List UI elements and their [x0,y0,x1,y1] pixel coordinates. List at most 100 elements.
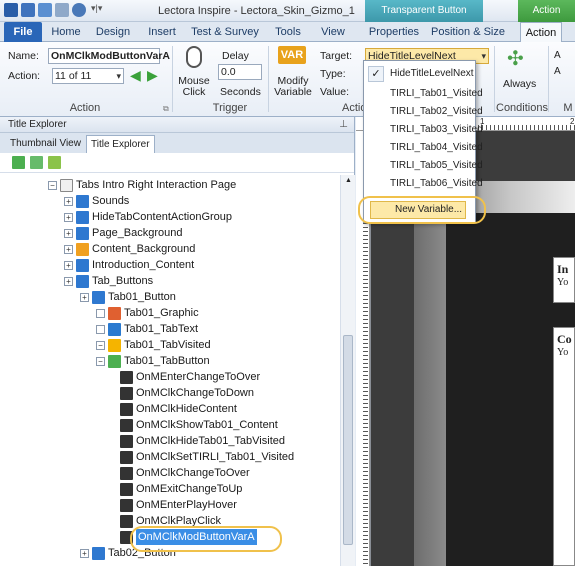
tree-item[interactable]: OnMClkSetTIRLI_Tab01_Visited [120,449,294,465]
trigger-group-label: Trigger [212,102,248,114]
tree-scrollbar[interactable]: ▲ [340,175,355,566]
tree-item[interactable]: + Page_Background [64,225,183,241]
tree-item[interactable]: OnMClkChangeToOver [120,465,250,481]
tree-item[interactable]: OnMClkHideContent [120,401,237,417]
group-icon [76,274,89,288]
action-icon [120,498,133,512]
text-icon [108,322,121,336]
tab-position-size[interactable]: Position & Size [428,22,508,42]
expand-all-icon[interactable] [12,156,25,169]
separator [268,46,269,112]
dropdown-item[interactable]: HideTitleLevelNext [390,65,474,83]
dropdown-item[interactable]: TIRLI_Tab03_Visited [390,121,483,139]
expand-toggle-icon[interactable]: + [64,276,73,286]
group-icon [92,546,105,560]
tab-properties[interactable]: Properties [368,22,420,42]
shape-icon [76,242,89,256]
title-explorer-panel: Title Explorer ⊥ Thumbnail View Title Ex… [0,117,355,566]
ribbon-clipped-item-1[interactable]: A [554,50,561,61]
expand-toggle-icon[interactable]: − [96,356,105,366]
delay-field[interactable]: 0.0 [218,64,262,80]
highlight-selected-action [130,526,282,552]
expand-toggle-icon[interactable]: + [64,228,73,238]
name-field[interactable]: OnMClkModButtonVarA [48,48,170,64]
expand-toggle-icon[interactable]: + [64,196,73,206]
tree-item[interactable]: + Tab_Buttons [64,273,153,289]
action-select[interactable]: 11 of 11 [52,68,124,84]
tab-title-explorer[interactable]: Title Explorer [86,135,155,153]
ribbon-clipped-item-2[interactable]: A [554,66,561,77]
ruler-label-2: 2 [570,117,575,126]
tree-item[interactable]: OnMEnterChangeToOver [120,369,260,385]
tab-insert[interactable]: Insert [142,22,182,42]
tree-item[interactable]: Tab01_TabText [96,321,198,337]
dropdown-item[interactable]: TIRLI_Tab04_Visited [390,139,483,157]
tab-thumbnail-view[interactable]: Thumbnail View [6,135,85,153]
tree-item[interactable]: − Tab01_TabButton [96,353,210,369]
dropdown-item[interactable]: TIRLI_Tab01_Visited [390,85,483,103]
expand-toggle-icon[interactable]: + [64,260,73,270]
app-icon[interactable] [4,3,18,17]
content-heading: Co [557,332,572,346]
tree-item-label: Tab01_TabText [124,323,198,335]
expand-toggle-icon[interactable] [96,324,105,334]
collapse-all-icon[interactable] [30,156,43,169]
tree-item[interactable]: + HideTabContentActionGroup [64,209,232,225]
panel-header: Title Explorer ⊥ [0,117,354,133]
tree-item[interactable]: + Introduction_Content [64,257,194,273]
tree-item[interactable]: OnMClkHideTab01_TabVisited [120,433,285,449]
preview-icon[interactable] [72,3,86,17]
action-icon [120,418,133,432]
tab-file[interactable]: File [4,22,42,42]
scroll-up-icon[interactable]: ▲ [345,177,352,184]
expand-toggle-icon[interactable]: + [80,292,89,302]
expand-toggle-icon[interactable]: + [64,212,73,222]
save-icon[interactable] [21,3,35,17]
window-title: Lectora Inspire - Lectora_Skin_Gizmo_1 [158,5,355,17]
ribbon: Name: OnMClkModButtonVarA Action: 11 of … [0,42,575,117]
expand-toggle-icon[interactable] [96,308,105,318]
previous-action-icon[interactable]: ◀ [130,67,141,84]
undo-icon[interactable] [38,3,52,17]
tree-item[interactable]: OnMClkChangeToDown [120,385,254,401]
tree-item[interactable]: OnMClkShowTab01_Content [120,417,278,433]
tree-item[interactable]: + Content_Background [64,241,195,257]
customize-qat-icon[interactable]: ▾|▾ [91,3,102,17]
group-icon [76,194,89,208]
tab-tools[interactable]: Tools [270,22,306,42]
tree-item-label: Tab_Buttons [92,275,154,287]
tree-item[interactable]: + Sounds [64,193,129,209]
tab-design[interactable]: Design [90,22,136,42]
pin-icon[interactable]: ⊥ [339,117,348,133]
scrollbar-thumb[interactable] [343,335,353,545]
expand-toggle-icon[interactable]: − [96,340,105,350]
tree-item-label: HideTabContentActionGroup [92,211,233,223]
content-text: Yo [557,347,569,358]
redo-icon[interactable] [55,3,69,17]
expand-toggle-icon[interactable]: + [64,244,73,254]
separator [548,46,549,112]
sync-icon[interactable] [48,156,61,169]
modify-variable-dropdown[interactable]: Modify Variable [272,76,314,98]
next-action-icon[interactable]: ▶ [147,67,158,84]
tab-home[interactable]: Home [48,22,84,42]
target-label: Target: [320,50,353,62]
action-dialog-launcher-icon[interactable]: ⧉ [163,104,169,114]
tab-test-survey[interactable]: Test & Survey [190,22,260,42]
dropdown-item[interactable]: TIRLI_Tab05_Visited [390,157,483,175]
tree-item[interactable]: + Tab01_Button [80,289,176,305]
tree-item[interactable]: Tab01_Graphic [96,305,199,321]
tab-view[interactable]: View [316,22,350,42]
dropdown-item[interactable]: TIRLI_Tab06_Visited [390,175,483,193]
mouse-click-dropdown[interactable]: Mouse Click [178,76,210,98]
tree-item[interactable]: − Tabs Intro Right Interaction Page [48,177,236,193]
dropdown-item[interactable]: TIRLI_Tab02_Visited [390,103,483,121]
separator [172,46,173,112]
tree-item[interactable]: OnMEnterPlayHover [120,497,237,513]
tab-action[interactable]: Action [520,22,562,43]
tree-item[interactable]: OnMExitChangeToUp [120,481,242,497]
tree-item[interactable]: − Tab01_TabVisited [96,337,211,353]
expand-toggle-icon[interactable]: − [48,180,57,190]
expand-toggle-icon[interactable]: + [80,548,89,558]
always-button[interactable]: Always [503,78,536,90]
